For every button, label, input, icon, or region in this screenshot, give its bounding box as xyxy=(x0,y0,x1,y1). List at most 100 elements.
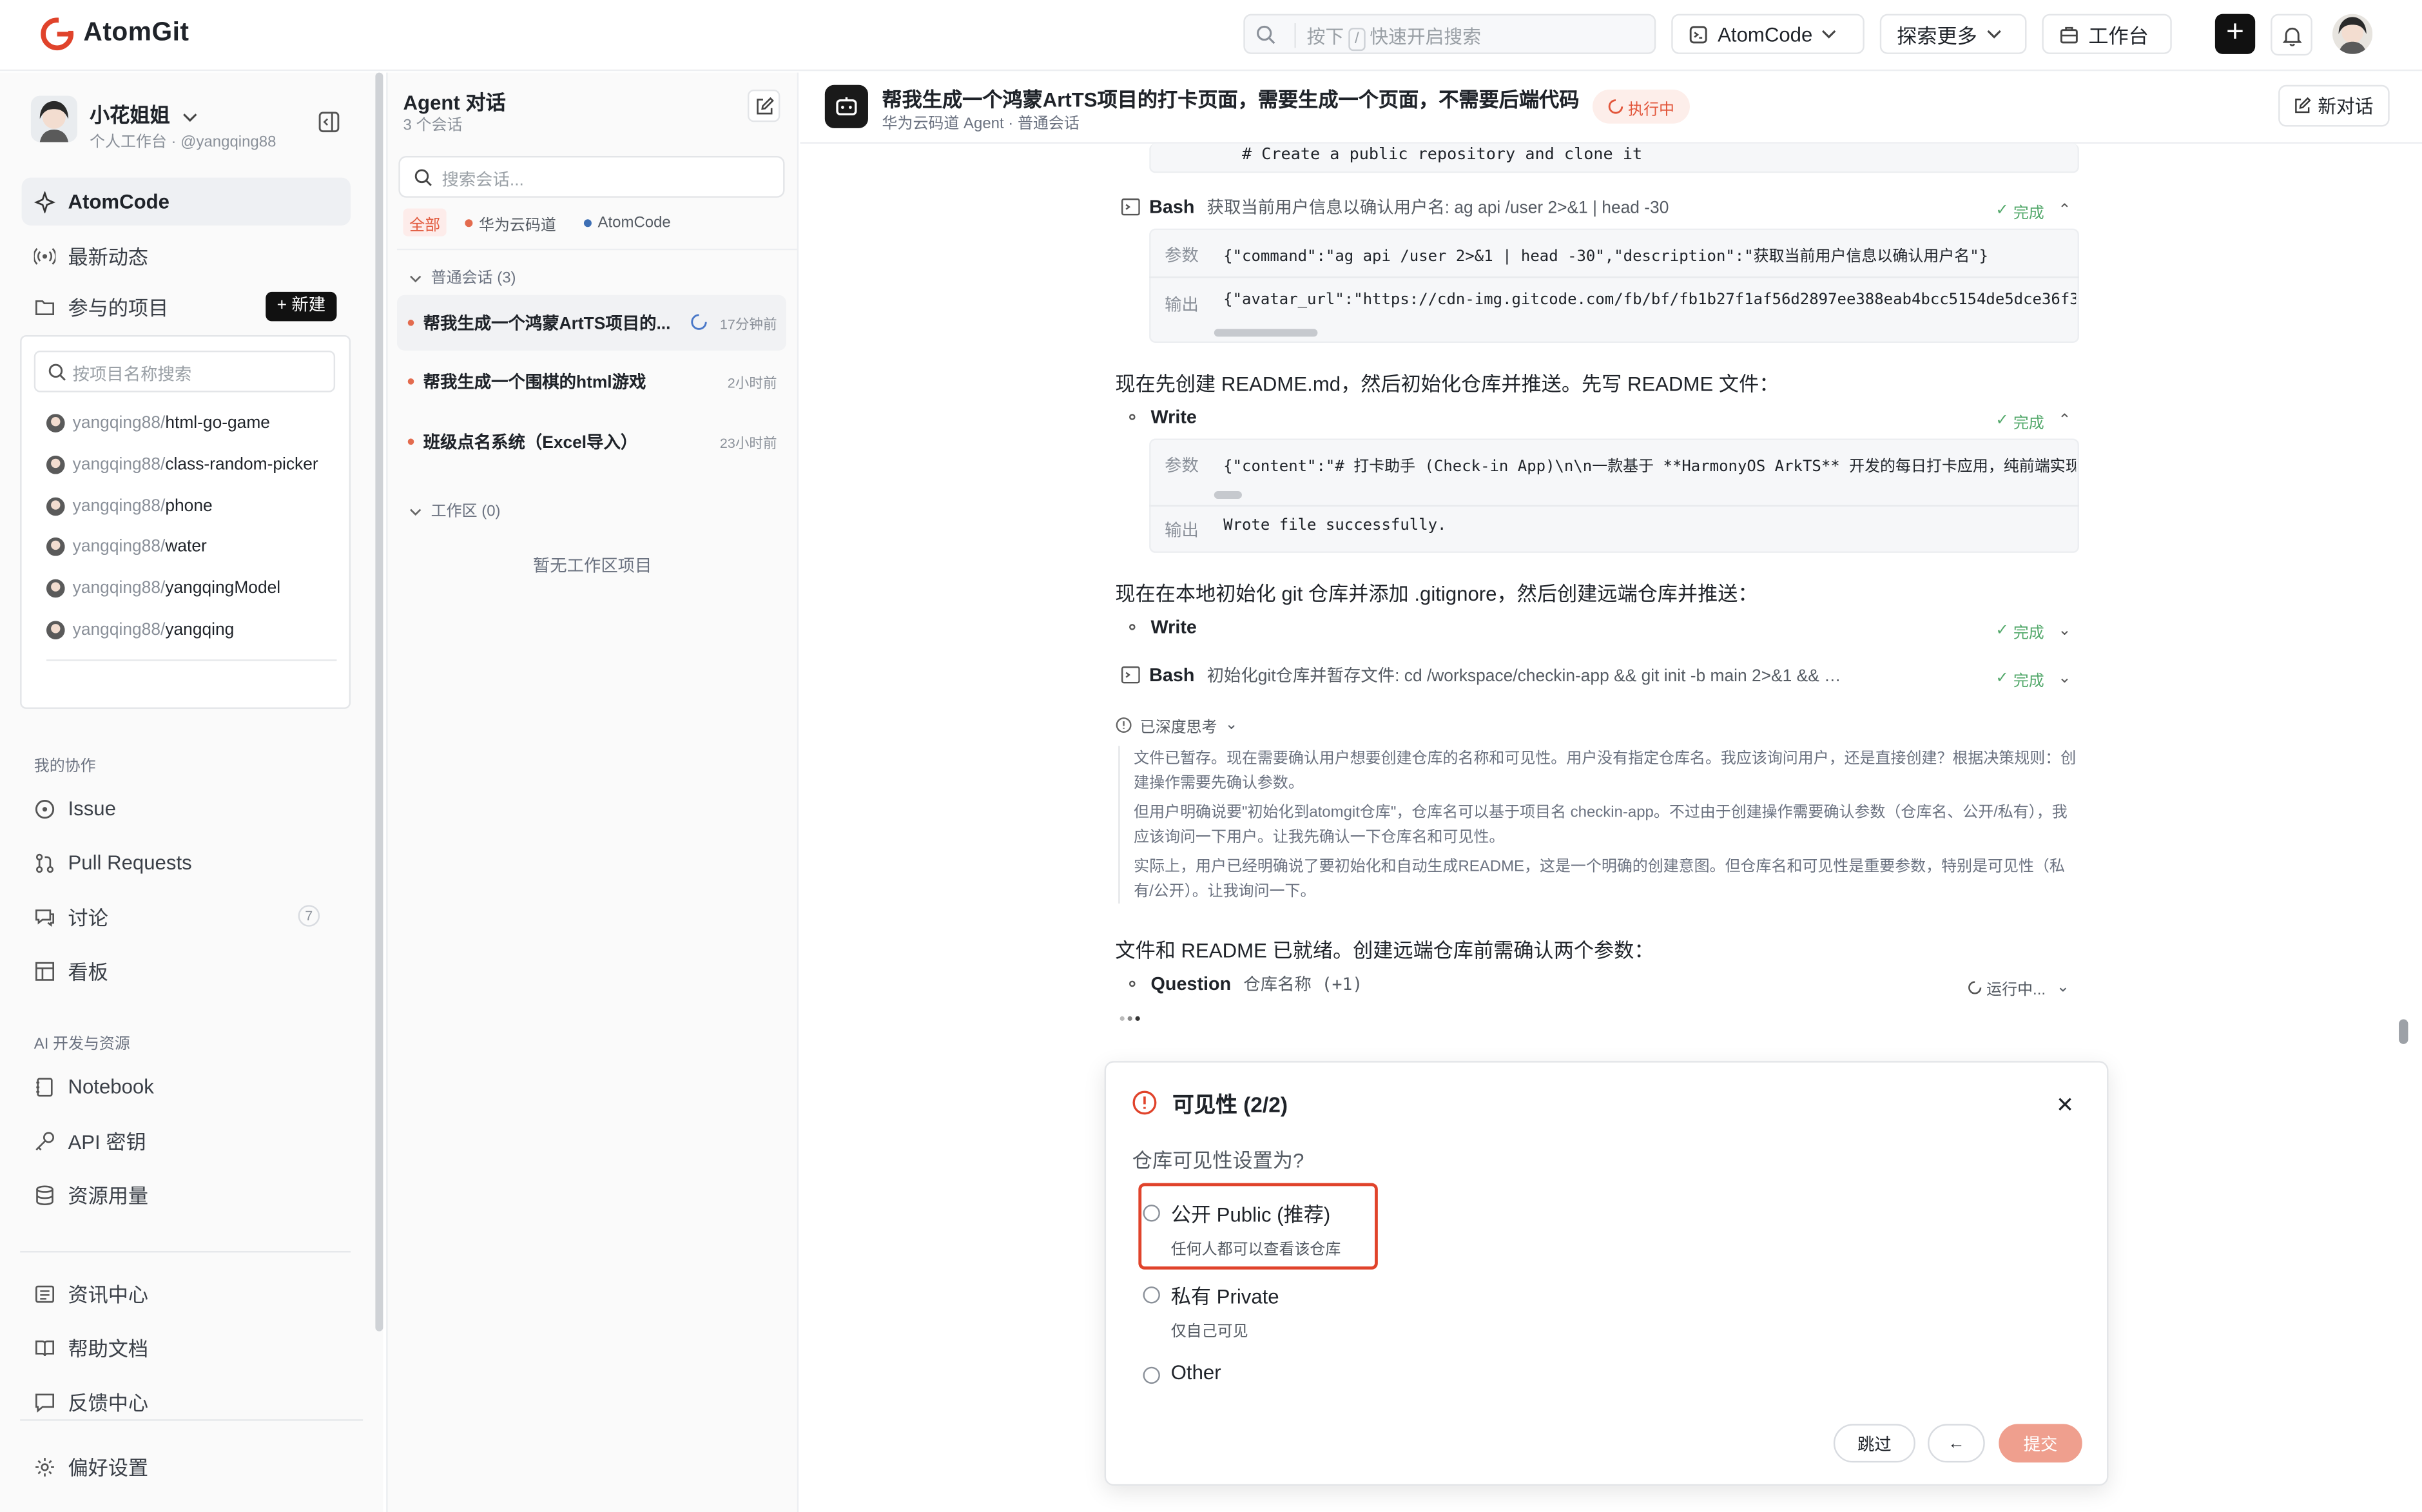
title-text: 帮我生成一个鸿蒙ArtTS项目的打卡页面，需要生成一个页面，不需要后端代码 xyxy=(882,88,1580,111)
sidebar-item-discussions[interactable]: 讨论 7 xyxy=(22,893,351,940)
notifications-button[interactable] xyxy=(2271,14,2312,56)
tool-status[interactable]: ✓ 完成 ⌃ xyxy=(1996,199,2071,222)
thinking-text: 文件已暂存。现在需要确认用户想要创建仓库的名称和可见性。用户没有指定仓库名。我应… xyxy=(1134,750,2077,793)
project-item[interactable]: yangqing88/class-random-picker xyxy=(46,451,318,479)
conversation-search-input[interactable]: 搜索会话... xyxy=(398,156,785,198)
tool-call-bash[interactable]: Bash 初始化git仓库并暂存文件: cd /workspace/checki… xyxy=(1121,659,1986,690)
skip-button[interactable]: 跳过 xyxy=(1833,1424,1915,1463)
group-count: (3) xyxy=(497,270,516,287)
tool-call-write[interactable]: Write xyxy=(1129,612,1209,643)
create-plus-button[interactable]: + xyxy=(2214,14,2256,54)
horizontal-scrollbar[interactable] xyxy=(1214,329,1318,337)
sidebar-user-avatar[interactable] xyxy=(30,95,77,142)
option-private[interactable]: 私有 Private 仅自己可见 xyxy=(1143,1281,1279,1341)
project-owner: yangqing88/ xyxy=(72,497,166,516)
sidebar-item-label: Pull Requests xyxy=(68,851,192,875)
group-workspace-header[interactable]: 工作区 (0) xyxy=(409,498,501,521)
sidebar-item-usage[interactable]: 资源用量 xyxy=(22,1170,351,1218)
project-item[interactable]: yangqing88/html-go-game xyxy=(46,409,270,437)
conversation-item[interactable]: 帮我生成一个围棋的html游戏 2小时前 xyxy=(397,354,786,409)
sidebar-item-issue[interactable]: Issue xyxy=(22,784,351,832)
project-item[interactable]: yangqing88/phone xyxy=(46,492,213,520)
conversation-title: 帮我生成一个鸿蒙ArtTS项目的... xyxy=(423,315,671,334)
filter-huaweicloud[interactable]: 华为云码道 xyxy=(459,209,563,237)
radio-button[interactable] xyxy=(1143,1286,1160,1304)
radio-button[interactable] xyxy=(1143,1205,1160,1222)
workbench-button[interactable]: 工作台 xyxy=(2042,14,2172,54)
sidebar-scrollbar[interactable] xyxy=(375,72,383,1332)
assistant-message: 现在在本地初始化 git 仓库并添加 .gitignore，然后创建远端仓库并推… xyxy=(1115,582,1758,606)
sidebar-item-api-keys[interactable]: API 密钥 xyxy=(22,1117,351,1165)
status-dot xyxy=(407,438,414,445)
sidebar-item-board[interactable]: 看板 xyxy=(22,947,351,994)
collapse-sidebar-icon[interactable] xyxy=(318,111,340,133)
explore-more-dropdown[interactable]: 探索更多 xyxy=(1879,14,2027,54)
tool-status[interactable]: ✓ 完成 ⌄ xyxy=(1996,619,2071,643)
option-other[interactable]: Other xyxy=(1143,1361,1221,1384)
filter-atomcode[interactable]: AtomCode xyxy=(577,209,677,237)
back-button[interactable]: ← xyxy=(1928,1424,1985,1463)
sidebar-item-help[interactable]: 帮助文档 xyxy=(22,1324,351,1371)
sidebar-item-feedback[interactable]: 反馈中心 xyxy=(22,1377,351,1425)
workbench-icon xyxy=(2059,24,2079,44)
horizontal-scrollbar[interactable] xyxy=(1214,491,1242,499)
project-avatar xyxy=(46,497,65,516)
code-snippet: # Create a public repository and clone i… xyxy=(1149,143,2079,173)
sidebar-item-label: API 密钥 xyxy=(68,1130,146,1154)
main-scrollbar[interactable] xyxy=(2399,1019,2408,1044)
global-search-input[interactable]: 按下 / 快速开启搜索 xyxy=(1243,14,1656,54)
conversation-item[interactable]: 帮我生成一个鸿蒙ArtTS项目的... 17分钟前 xyxy=(396,295,786,351)
discussion-count-badge: 7 xyxy=(298,905,320,927)
sidebar-item-notebook[interactable]: Notebook xyxy=(22,1063,351,1110)
folder-icon xyxy=(34,296,56,318)
tool-description: 获取当前用户信息以确认用户名: ag api /user 2>&1 | head… xyxy=(1206,199,1669,218)
conversation-item[interactable]: 班级点名系统（Excel导入） 23小时前 xyxy=(397,414,786,469)
status-text: 完成 xyxy=(2013,625,2044,643)
thinking-toggle[interactable]: 已深度思考 ⌄ xyxy=(1115,713,1238,737)
check-icon: ✓ xyxy=(1995,622,2009,640)
atomgit-logo-icon[interactable] xyxy=(40,17,75,51)
option-public[interactable]: 公开 Public (推荐) 任何人都可以查看该仓库 xyxy=(1143,1199,1341,1259)
tool-status[interactable]: ✓ 完成 ⌄ xyxy=(1996,667,2071,690)
new-conversation-button[interactable]: 新对话 xyxy=(2278,84,2390,127)
sidebar-item-preferences[interactable]: 偏好设置 xyxy=(22,1442,351,1490)
conversation-time: 17分钟前 xyxy=(719,316,777,332)
user-avatar[interactable] xyxy=(2332,14,2373,54)
tool-status[interactable]: 运行中... ⌄ xyxy=(1968,976,2069,999)
tool-call-write[interactable]: Write xyxy=(1129,402,2056,432)
logo-text[interactable]: AtomGit xyxy=(83,17,189,48)
sidebar-item-pull-requests[interactable]: Pull Requests xyxy=(22,838,351,886)
atomcode-label: AtomCode xyxy=(1718,22,1813,46)
tool-status[interactable]: ✓ 完成 ⌃ xyxy=(1996,409,2071,432)
project-item[interactable]: yangqing88/water xyxy=(46,533,207,561)
sidebar-item-news[interactable]: 资讯中心 xyxy=(22,1270,351,1317)
sidebar-item-latest[interactable]: 最新动态 xyxy=(22,231,351,279)
sidebar-user-subtitle: 个人工作台 · @yangqing88 xyxy=(90,134,276,151)
radio-button[interactable] xyxy=(1143,1366,1160,1384)
assistant-message: 现在先创建 README.md，然后初始化仓库并推送。先写 README 文件： xyxy=(1115,372,1779,396)
key-icon xyxy=(34,1130,56,1152)
filter-all[interactable]: 全部 xyxy=(403,208,447,237)
group-normal-header[interactable]: 普通会话 (3) xyxy=(409,264,516,287)
tool-call-question[interactable]: Question 仓库名称 (+1) xyxy=(1129,968,1362,999)
broadcast-icon xyxy=(34,245,56,267)
thinking-text: 实际上，用户已经明确说了要初始化和自动生成README，这是一个明确的创建意图。… xyxy=(1134,858,2065,901)
tool-call-bash[interactable]: Bash 获取当前用户信息以确认用户名: ag api /user 2>&1 |… xyxy=(1121,191,2079,222)
edit-icon xyxy=(755,97,774,116)
group-count: (0) xyxy=(481,503,501,521)
project-item[interactable]: yangqing88/yangqing xyxy=(46,616,234,644)
conversation-title-heading[interactable]: 帮我生成一个鸿蒙ArtTS项目的打卡页面，需要生成一个页面，不需要后端代码 xyxy=(882,83,1608,113)
new-chat-edit-button[interactable] xyxy=(748,89,780,122)
divider xyxy=(46,659,337,661)
divider xyxy=(1149,505,2079,507)
project-search-input[interactable]: 按项目名称搜索 xyxy=(34,350,336,393)
atomcode-dropdown[interactable]: AtomCode xyxy=(1671,14,1865,54)
new-project-button[interactable]: + 新建 xyxy=(266,291,337,322)
sidebar-user-name[interactable]: 小花姐姐 xyxy=(90,99,197,128)
project-item[interactable]: yangqing88/yangqingModel xyxy=(46,574,280,602)
sidebar-item-atomcode[interactable]: AtomCode xyxy=(21,177,351,226)
sidebar-item-label: Issue xyxy=(68,797,116,820)
submit-button[interactable]: 提交 xyxy=(1999,1424,2082,1463)
sidebar-item-label: 讨论 xyxy=(68,906,108,930)
close-icon[interactable]: ✕ xyxy=(2056,1094,2074,1116)
